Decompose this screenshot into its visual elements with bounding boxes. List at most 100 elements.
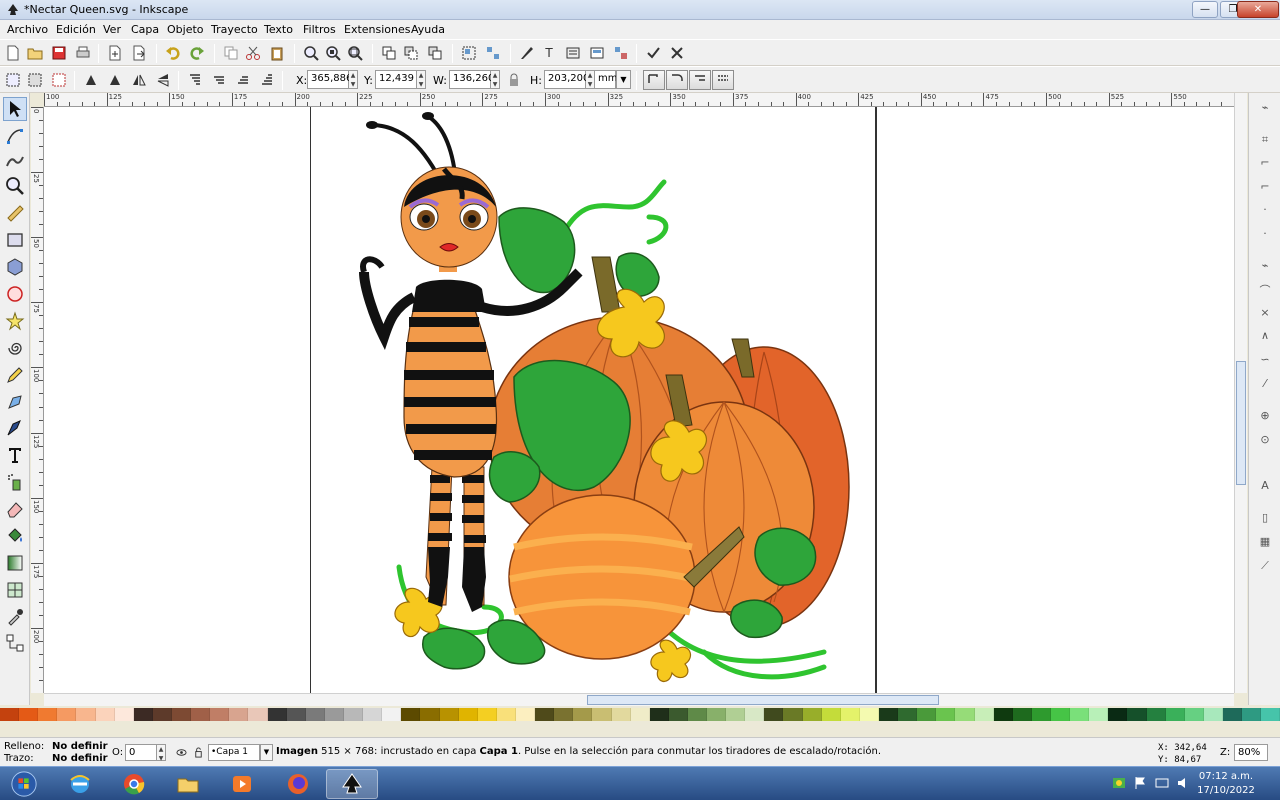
palette-swatch[interactable] (668, 708, 688, 721)
opacity-spinner[interactable]: ▲ ▼ (157, 744, 166, 762)
import-icon[interactable] (106, 44, 124, 62)
pencil-tool-icon[interactable] (3, 363, 27, 387)
snap-bbox-center-icon[interactable]: · (1257, 227, 1273, 243)
palette-swatch[interactable] (1108, 708, 1128, 721)
palette-swatch[interactable] (420, 708, 440, 721)
transform-icon[interactable] (612, 44, 630, 62)
media-player-icon[interactable] (216, 769, 268, 799)
palette-swatch[interactable] (1261, 708, 1280, 721)
connector-tool-icon[interactable] (3, 631, 27, 655)
select-all-layers-icon[interactable] (26, 71, 44, 89)
palette-swatch[interactable] (573, 708, 593, 721)
chrome-icon[interactable] (108, 769, 160, 799)
transform-gradients-toggle[interactable] (689, 70, 711, 90)
horizontal-scrollbar[interactable] (44, 693, 1234, 706)
zoom-page-icon[interactable] (346, 44, 364, 62)
transform-patterns-toggle[interactable] (712, 70, 734, 90)
palette-swatch[interactable] (458, 708, 478, 721)
print-icon[interactable] (74, 44, 92, 62)
scale-stroke-toggle[interactable] (643, 70, 665, 90)
tray-volume-icon[interactable] (1176, 776, 1190, 790)
menu-trayecto[interactable]: Trayecto (211, 23, 258, 36)
palette-swatch[interactable] (554, 708, 574, 721)
snap-bbox-edges-icon[interactable]: ⌐ (1257, 156, 1273, 172)
snap-rotation-center-icon[interactable]: ⊙ (1257, 433, 1273, 449)
nectar-queen-artwork[interactable] (44, 107, 1234, 693)
rotate-cw-icon[interactable] (106, 71, 124, 89)
palette-swatch[interactable] (1031, 708, 1052, 721)
eraser-tool-icon[interactable] (3, 497, 27, 521)
palette-swatch[interactable] (401, 708, 421, 721)
palette-swatch[interactable] (210, 708, 230, 721)
horizontal-scroll-thumb[interactable] (587, 695, 939, 705)
palette-swatch[interactable] (286, 708, 306, 721)
palette-swatch[interactable] (687, 708, 708, 721)
tweak-tool-icon[interactable] (3, 149, 27, 173)
deselect-icon[interactable] (50, 71, 68, 89)
palette-swatch[interactable] (726, 708, 746, 721)
palette-swatch[interactable] (152, 708, 172, 721)
palette-swatch[interactable] (171, 708, 192, 721)
menu-ver[interactable]: Ver (103, 23, 121, 36)
gradient-tool-icon[interactable] (3, 551, 27, 575)
rectangle-tool-icon[interactable] (3, 228, 27, 252)
ellipse-tool-icon[interactable] (3, 282, 27, 306)
x-input[interactable]: 365,886 (307, 70, 352, 89)
palette-swatch[interactable] (95, 708, 115, 721)
xml-editor-icon[interactable] (564, 44, 582, 62)
internet-explorer-icon[interactable] (54, 769, 106, 799)
palette-swatch[interactable] (783, 708, 803, 721)
tray-flag-icon[interactable] (1133, 776, 1147, 790)
snap-page-border-icon[interactable]: ▯ (1257, 511, 1273, 527)
y-input[interactable]: 12,439 (375, 70, 417, 89)
selector-tool-icon[interactable] (3, 97, 27, 121)
export-icon[interactable] (130, 44, 148, 62)
node-tool-icon[interactable] (3, 124, 27, 148)
paste-icon[interactable] (268, 44, 286, 62)
menu-texto[interactable]: Texto (264, 23, 293, 36)
dropper-tool-icon[interactable] (3, 605, 27, 629)
copy-icon[interactable] (222, 44, 240, 62)
palette-swatch[interactable] (745, 708, 765, 721)
3d-box-tool-icon[interactable] (3, 255, 27, 279)
fill-stroke-icon[interactable] (518, 44, 536, 62)
palette-swatch[interactable] (382, 708, 402, 721)
pen-tool-icon[interactable] (3, 390, 27, 414)
zoom-drawing-icon[interactable] (324, 44, 342, 62)
menu-extensiones[interactable]: Extensiones (344, 23, 411, 36)
zoom-tool-icon[interactable] (3, 174, 27, 198)
fill-value[interactable]: No definir (52, 741, 108, 752)
palette-swatch[interactable] (0, 708, 20, 721)
menu-edicion[interactable]: Edición (56, 23, 96, 36)
tray-network-icon[interactable] (1155, 776, 1169, 790)
current-layer-select[interactable]: •Capa 1 (208, 744, 260, 761)
ungroup-icon[interactable] (484, 44, 502, 62)
spray-tool-icon[interactable] (3, 470, 27, 494)
taskbar-clock[interactable]: 07:12 a.m. 17/10/2022 (1194, 770, 1258, 798)
zoom-input[interactable]: 80% (1234, 744, 1268, 761)
undo-icon[interactable] (164, 44, 182, 62)
clone-icon[interactable] (402, 44, 420, 62)
menu-objeto[interactable]: Objeto (167, 23, 204, 36)
select-all-icon[interactable] (4, 71, 22, 89)
palette-swatch[interactable] (802, 708, 822, 721)
mesh-tool-icon[interactable] (3, 578, 27, 602)
unit-select[interactable]: mm (594, 70, 617, 89)
menu-ayuda[interactable]: Ayuda (411, 23, 445, 36)
spiral-tool-icon[interactable] (3, 336, 27, 360)
palette-swatch[interactable] (649, 708, 669, 721)
minimize-button[interactable]: — (1192, 1, 1218, 18)
lower-to-bottom-icon[interactable] (258, 71, 276, 89)
new-document-icon[interactable] (4, 44, 22, 62)
calligraphy-tool-icon[interactable] (3, 416, 27, 440)
save-icon[interactable] (50, 44, 68, 62)
palette-swatch[interactable] (974, 708, 994, 721)
lower-icon[interactable] (234, 71, 252, 89)
raise-to-top-icon[interactable] (186, 71, 204, 89)
palette-swatch[interactable] (764, 708, 784, 721)
palette-swatch[interactable] (1051, 708, 1071, 721)
snap-text-baseline-icon[interactable]: A (1257, 479, 1273, 495)
open-icon[interactable] (26, 44, 44, 62)
cut-icon[interactable] (244, 44, 262, 62)
unlink-clone-icon[interactable] (426, 44, 444, 62)
